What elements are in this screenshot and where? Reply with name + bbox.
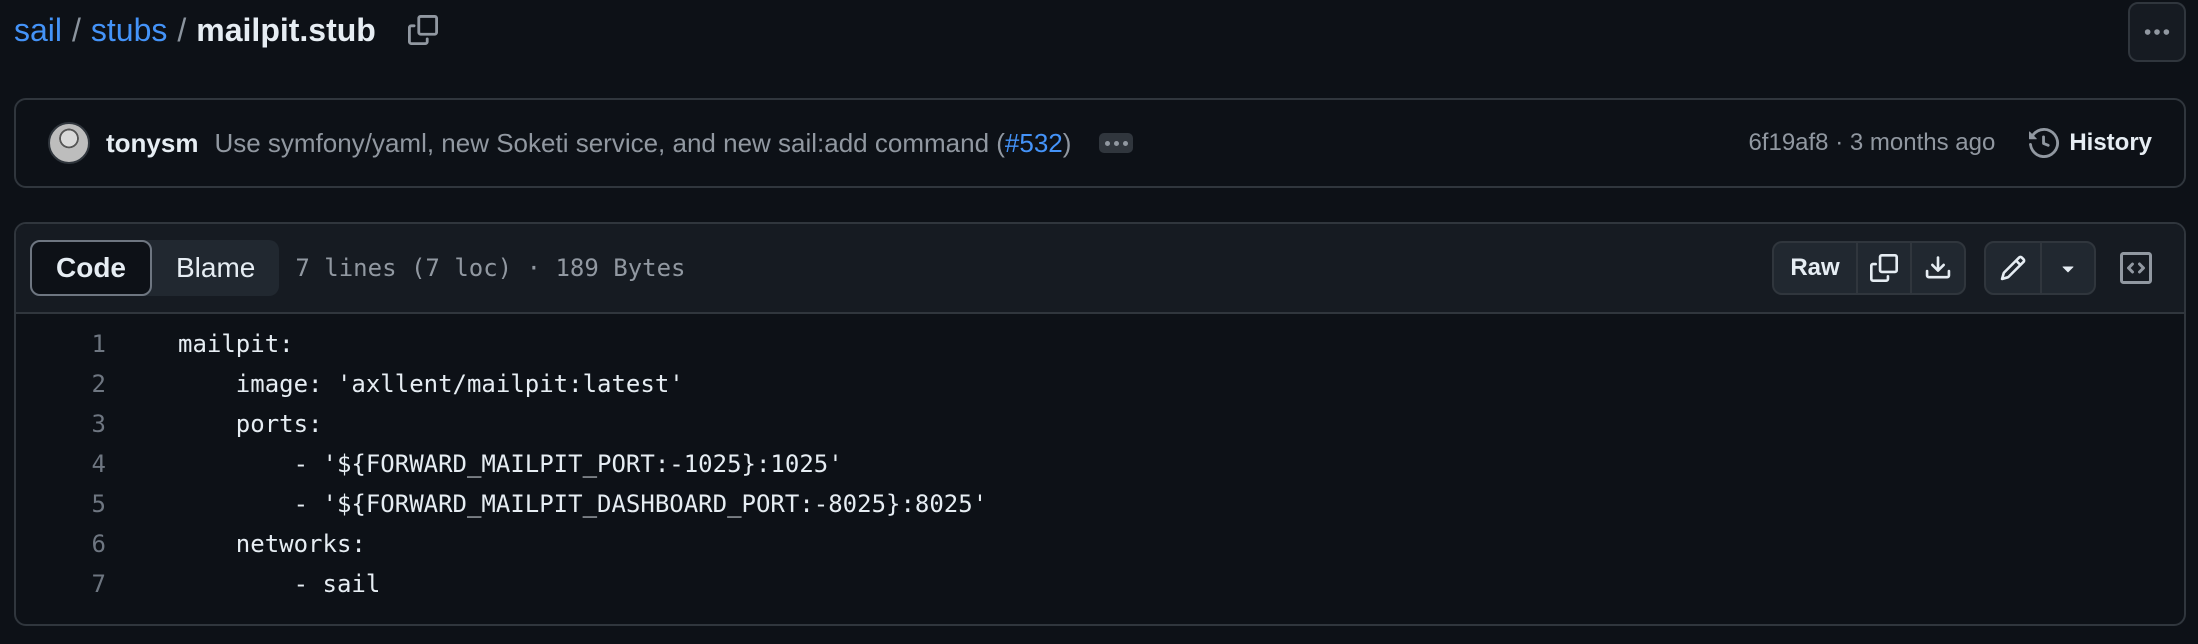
meta-separator: ·	[1835, 129, 1844, 156]
code-line: 7 - sail	[16, 564, 2184, 604]
triangle-down-icon	[2062, 266, 2074, 273]
breadcrumb: sail / stubs / mailpit.stub	[14, 8, 440, 52]
commit-sha-time[interactable]: 6f19af8 · 3 months ago	[1748, 129, 1995, 157]
line-content: - '${FORWARD_MAILPIT_PORT:-1025}:1025'	[178, 450, 843, 478]
history-icon	[2029, 128, 2060, 158]
code-line: 4 - '${FORWARD_MAILPIT_PORT:-1025}:1025'	[16, 444, 2184, 484]
edit-actions-group	[1984, 241, 2096, 295]
commit-sha: 6f19af8	[1748, 129, 1829, 156]
line-number[interactable]: 5	[16, 490, 106, 518]
edit-file-button[interactable]	[1986, 243, 2040, 293]
file-name: mailpit.stub	[196, 11, 376, 48]
line-number[interactable]: 7	[16, 570, 106, 598]
symbols-panel-button[interactable]	[2116, 248, 2156, 288]
line-number[interactable]: 2	[16, 370, 106, 398]
code-line: 5 - '${FORWARD_MAILPIT_DASHBOARD_PORT:-8…	[16, 484, 2184, 524]
more-options-button[interactable]	[2128, 2, 2186, 62]
ellipsis-dot-icon	[1113, 140, 1119, 146]
raw-actions-group: Raw	[1772, 241, 1966, 295]
file-viewer: Code Blame 7 lines (7 loc) · 189 Bytes R…	[14, 222, 2186, 626]
kebab-horizontal-icon	[2144, 29, 2170, 35]
tab-blame[interactable]: Blame	[152, 240, 279, 296]
line-content: mailpit:	[178, 330, 294, 358]
line-content: ports:	[178, 410, 323, 438]
code-line: 2 image: 'axllent/mailpit:latest'	[16, 364, 2184, 404]
view-mode-toggle: Code Blame	[30, 240, 280, 296]
file-header: Code Blame 7 lines (7 loc) · 189 Bytes R…	[16, 224, 2184, 314]
pull-request-link[interactable]: #532	[1005, 128, 1063, 158]
tab-code[interactable]: Code	[30, 240, 152, 296]
commit-author-link[interactable]: tonysm	[106, 128, 198, 159]
download-raw-button[interactable]	[1910, 243, 1964, 293]
line-content: image: 'axllent/mailpit:latest'	[178, 370, 684, 398]
breadcrumb-link-sail[interactable]: sail	[14, 12, 62, 49]
breadcrumb-link-stubs[interactable]: stubs	[91, 12, 167, 49]
download-icon	[1925, 256, 1951, 279]
line-content: - sail	[178, 570, 381, 598]
pencil-icon	[2000, 255, 2026, 281]
copy-raw-button[interactable]	[1856, 243, 1910, 293]
line-content: - '${FORWARD_MAILPIT_DASHBOARD_PORT:-802…	[178, 490, 988, 518]
line-number[interactable]: 4	[16, 450, 106, 478]
history-button[interactable]: History	[2029, 128, 2152, 158]
breadcrumb-separator: /	[177, 11, 187, 48]
copy-icon	[1870, 254, 1898, 282]
code-line: 6 networks:	[16, 524, 2184, 564]
ellipsis-dot-icon	[1122, 140, 1128, 146]
code-line: 1 mailpit:	[16, 324, 2184, 364]
avatar[interactable]	[48, 122, 90, 164]
copy-path-button[interactable]	[406, 13, 440, 47]
line-number[interactable]: 3	[16, 410, 106, 438]
commit-meta: 6f19af8 · 3 months ago History	[1748, 128, 2152, 158]
ellipsis-dot-icon	[1104, 140, 1110, 146]
line-content: networks:	[178, 530, 366, 558]
latest-commit-bar: tonysm Use symfony/yaml, new Soketi serv…	[14, 98, 2186, 188]
file-stats: 7 lines (7 loc) · 189 Bytes	[295, 254, 686, 282]
copy-icon	[407, 15, 438, 45]
commit-message[interactable]: Use symfony/yaml, new Soketi service, an…	[214, 128, 1071, 159]
commit-message-text: Use symfony/yaml, new Soketi service, an…	[214, 127, 1005, 158]
edit-options-dropdown[interactable]	[2040, 243, 2094, 293]
expand-commit-message-button[interactable]	[1099, 133, 1134, 153]
commit-time: 3 months ago	[1849, 129, 1996, 156]
code-line: 3 ports:	[16, 404, 2184, 444]
breadcrumb-separator: /	[72, 11, 81, 48]
line-number[interactable]: 6	[16, 530, 106, 558]
line-number[interactable]: 1	[16, 330, 106, 358]
commit-message-suffix: )	[1062, 127, 1072, 158]
code-view[interactable]: 1 mailpit: 2 image: 'axllent/mailpit:lat…	[16, 314, 2184, 604]
code-square-icon	[2120, 252, 2152, 284]
history-label: History	[2069, 129, 2152, 156]
raw-button[interactable]: Raw	[1774, 243, 1856, 293]
